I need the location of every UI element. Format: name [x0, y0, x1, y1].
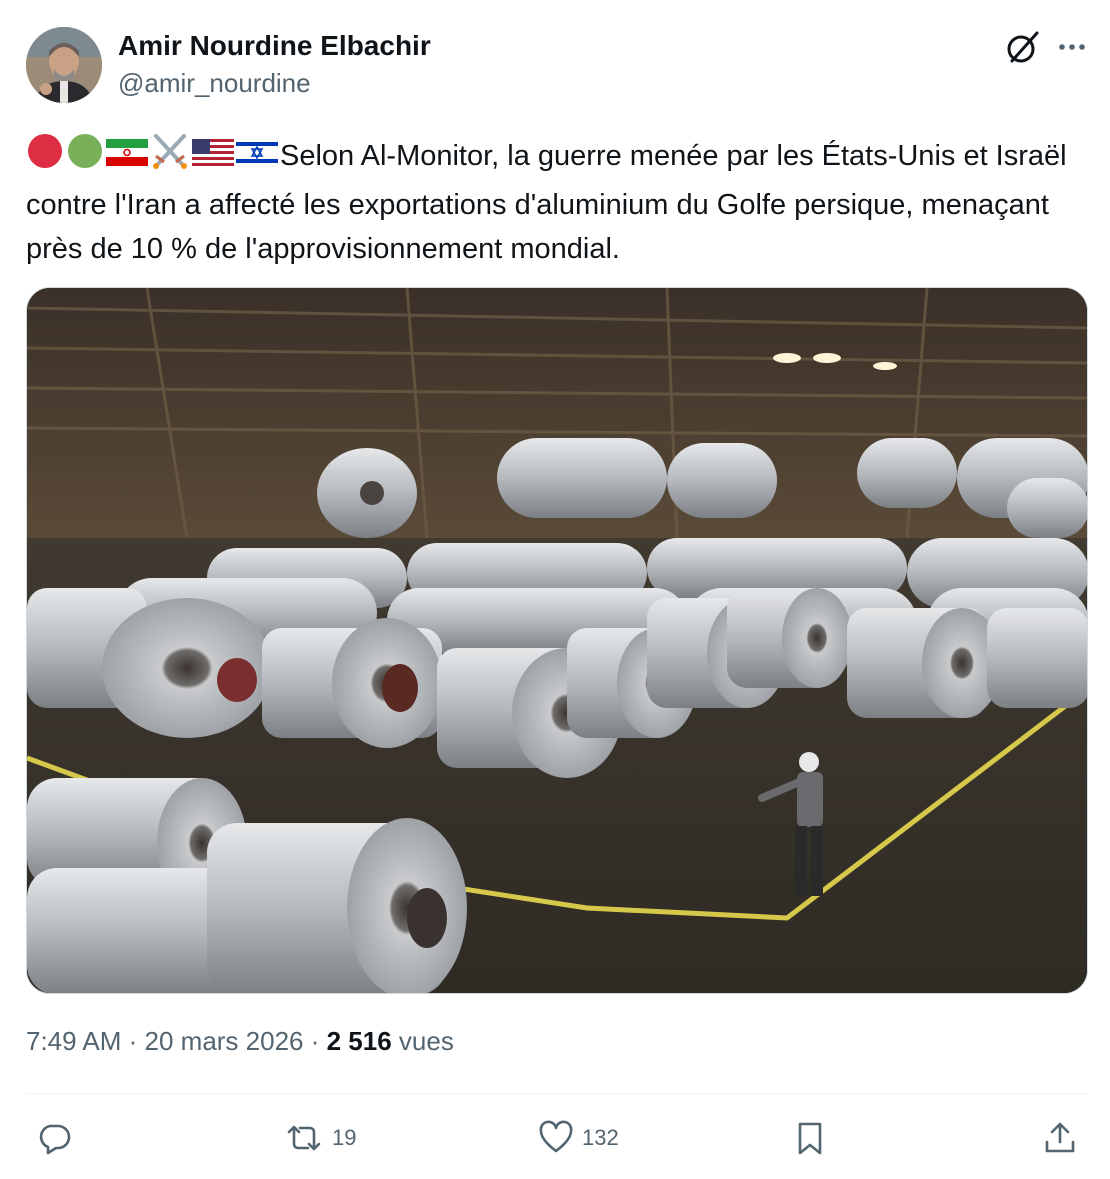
retweet-icon [287, 1125, 321, 1151]
tweet-date[interactable]: 20 mars 2026 [145, 1026, 304, 1056]
tweet-text: Selon Al-Monitor, la guerre menée par le… [26, 132, 1096, 271]
crossed-swords-icon [150, 132, 190, 183]
views-count: 2 516 [326, 1026, 392, 1056]
divider [26, 1093, 1088, 1094]
red-circle-icon [26, 133, 64, 182]
heart-icon [539, 1120, 573, 1153]
more-icon[interactable] [1054, 32, 1090, 62]
share-icon [1045, 1122, 1075, 1153]
meta-separator: · [303, 1026, 327, 1056]
meta-separator: · [121, 1026, 145, 1056]
reply-icon [39, 1124, 71, 1155]
like-button[interactable]: 132 [538, 1116, 619, 1160]
green-circle-icon [66, 133, 104, 182]
iran-flag-icon [106, 136, 148, 180]
grok-icon[interactable] [1004, 28, 1042, 66]
share-button[interactable] [1042, 1116, 1078, 1160]
tweet-meta: 7:49 AM · 20 mars 2026 · 2 516 vues [26, 1026, 454, 1057]
tweet-image[interactable] [26, 287, 1088, 994]
like-count: 132 [582, 1125, 619, 1150]
retweet-button[interactable]: 19 [284, 1116, 356, 1160]
retweet-count: 19 [332, 1125, 357, 1150]
israel-flag-icon [235, 136, 279, 180]
us-flag-icon [192, 136, 234, 180]
bookmark-button[interactable] [792, 1116, 828, 1160]
bookmark-icon [798, 1122, 822, 1155]
avatar[interactable] [26, 27, 102, 103]
tweet-card: Amir Nourdine Elbachir @amir_nourdine Se… [0, 0, 1110, 1179]
author-handle[interactable]: @amir_nourdine [118, 68, 311, 99]
author-name[interactable]: Amir Nourdine Elbachir [118, 30, 431, 62]
views-label: vues [398, 1026, 454, 1056]
reply-button[interactable] [36, 1116, 72, 1160]
tweet-time[interactable]: 7:49 AM [26, 1026, 121, 1056]
